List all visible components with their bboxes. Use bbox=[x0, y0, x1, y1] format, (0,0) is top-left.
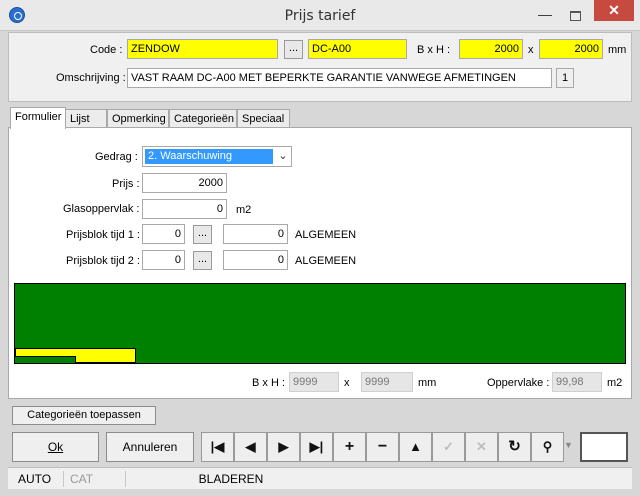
oppervlakte-unit: m2 bbox=[607, 377, 623, 389]
gedrag-select[interactable]: 2. Waarschuwing ⌄ bbox=[142, 146, 292, 167]
description-label: Omschrijving : bbox=[56, 72, 126, 84]
code2-field[interactable]: DC-A00 bbox=[308, 39, 407, 59]
tab-lijst[interactable]: Lijst bbox=[65, 109, 107, 129]
minimize-button[interactable]: — bbox=[530, 6, 560, 24]
last-record-icon[interactable]: ▶| bbox=[300, 432, 333, 462]
prijs-field[interactable]: 2000 bbox=[142, 173, 227, 193]
status-state: BLADEREN bbox=[198, 472, 264, 486]
close-button[interactable]: ✕ bbox=[594, 0, 634, 21]
size-preview bbox=[14, 283, 626, 364]
status-mode-auto: AUTO bbox=[12, 471, 64, 487]
prijsblok1-browse-button[interactable]: ... bbox=[193, 225, 212, 244]
prijsblok2-value2[interactable]: 0 bbox=[223, 250, 288, 270]
bxh-label: B x H : bbox=[417, 44, 451, 56]
apply-categories-button[interactable]: Categorieën toepassen bbox=[12, 406, 156, 425]
title-bar: Prijs tarief — ✕ bbox=[0, 0, 640, 31]
cancel-icon: ✕ bbox=[465, 432, 498, 462]
prev-record-icon[interactable]: ◀ bbox=[234, 432, 267, 462]
search-dropdown-icon[interactable]: ▼ bbox=[564, 440, 573, 450]
prijsblok1-value2[interactable]: 0 bbox=[223, 224, 288, 244]
mm-unit: mm bbox=[608, 44, 627, 56]
search-binoculars-icon[interactable]: ⚲ bbox=[531, 432, 564, 462]
next-record-icon[interactable]: ▶ bbox=[267, 432, 300, 462]
code-field[interactable]: ZENDOW bbox=[127, 39, 278, 59]
prijsblok1-field[interactable]: 0 bbox=[142, 224, 185, 244]
chevron-down-icon[interactable]: ⌄ bbox=[278, 150, 288, 162]
prijsblok2-browse-button[interactable]: ... bbox=[193, 251, 212, 270]
refresh-icon[interactable]: ↻ bbox=[498, 432, 531, 462]
tab-categorieen[interactable]: Categorieën bbox=[169, 109, 237, 129]
code-browse-button[interactable]: ... bbox=[284, 40, 303, 59]
status-bar: AUTO CAT BLADEREN bbox=[8, 467, 632, 489]
first-record-icon[interactable]: |◀ bbox=[201, 432, 234, 462]
prijsblok1-label: Prijsblok tijd 1 : bbox=[66, 229, 140, 241]
tab-formulier[interactable]: Formulier bbox=[10, 107, 67, 129]
description-field[interactable]: VAST RAAM DC-A00 MET BEPERKTE GARANTIE V… bbox=[127, 68, 552, 88]
record-indicator bbox=[580, 432, 628, 462]
oppervlakte-label: Oppervlake : bbox=[487, 377, 550, 389]
width-field[interactable]: 2000 bbox=[459, 39, 523, 59]
preview-width-field: 9999 bbox=[289, 372, 339, 392]
preview-mm-unit: mm bbox=[418, 377, 437, 389]
up-icon[interactable]: ▲ bbox=[399, 432, 432, 462]
delete-icon[interactable]: − bbox=[366, 432, 399, 462]
maximize-button[interactable] bbox=[560, 6, 590, 24]
prijsblok2-field[interactable]: 0 bbox=[142, 250, 185, 270]
ok-button[interactable]: Ok bbox=[12, 432, 99, 462]
add-icon[interactable]: + bbox=[333, 432, 366, 462]
confirm-icon: ✓ bbox=[432, 432, 465, 462]
height-field[interactable]: 2000 bbox=[539, 39, 603, 59]
status-mode-cat: CAT bbox=[64, 471, 126, 487]
prijsblok1-text: ALGEMEEN bbox=[295, 229, 357, 241]
gedrag-selected-value: 2. Waarschuwing bbox=[145, 149, 273, 164]
glasoppervlak-unit: m2 bbox=[236, 204, 252, 216]
prijs-label: Prijs : bbox=[112, 178, 140, 190]
glasoppervlak-label: Glasoppervlak : bbox=[63, 203, 140, 215]
prijsblok2-label: Prijsblok tijd 2 : bbox=[66, 255, 140, 267]
size-preview-inner-bar bbox=[15, 356, 76, 363]
glasoppervlak-field[interactable]: 0 bbox=[142, 199, 227, 219]
preview-bxh-label: B x H : bbox=[252, 377, 286, 389]
description-count: 1 bbox=[556, 68, 574, 88]
gedrag-label: Gedrag : bbox=[95, 151, 138, 163]
oppervlakte-field: 99,98 bbox=[552, 372, 602, 392]
tab-opmerking[interactable]: Opmerking bbox=[107, 109, 169, 129]
cancel-button[interactable]: Annuleren bbox=[106, 432, 194, 462]
tab-speciaal[interactable]: Speciaal bbox=[237, 109, 290, 129]
x-separator: x bbox=[528, 44, 534, 56]
code-label: Code : bbox=[90, 44, 123, 56]
preview-height-field: 9999 bbox=[361, 372, 413, 392]
prijsblok2-text: ALGEMEEN bbox=[295, 255, 357, 267]
preview-x-separator: x bbox=[344, 377, 350, 389]
